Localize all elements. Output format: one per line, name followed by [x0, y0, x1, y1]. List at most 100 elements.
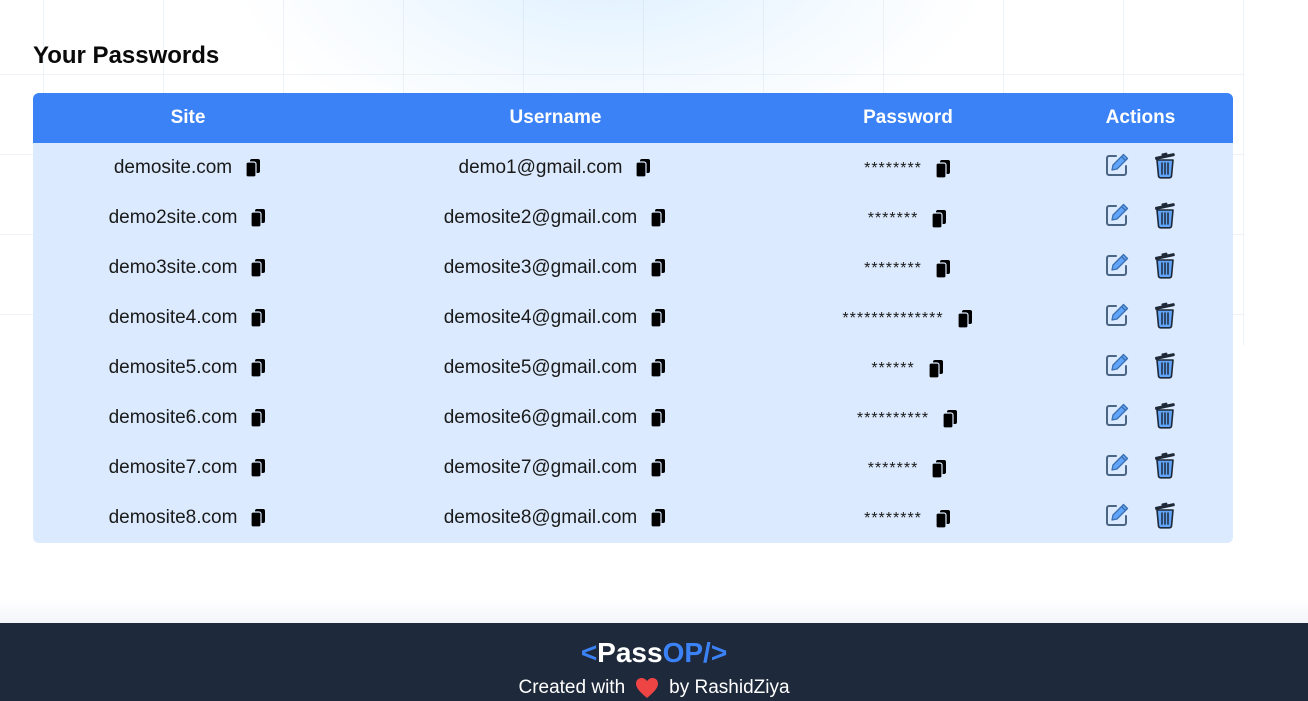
edit-icon[interactable]: [1103, 301, 1131, 329]
site-cell: demosite4.com: [33, 293, 343, 343]
table-row: demo2site.com demosite2@gmail.com ******…: [33, 193, 1233, 243]
site-link[interactable]: demo2site.com: [109, 207, 238, 229]
site-cell: demo3site.com: [33, 243, 343, 293]
site-link[interactable]: demosite8.com: [109, 507, 238, 529]
site-link[interactable]: demosite4.com: [109, 307, 238, 329]
site-cell: demo2site.com: [33, 193, 343, 243]
password-masked: *******: [867, 460, 919, 477]
copy-icon[interactable]: [249, 458, 267, 478]
credit-prefix: Created with: [518, 677, 626, 698]
site-link[interactable]: demosite.com: [114, 157, 232, 179]
copy-icon[interactable]: [930, 459, 948, 479]
username-cell: demosite4@gmail.com: [343, 293, 768, 343]
logo-op-text: OP/: [662, 637, 711, 668]
logo-pass-text: Pass: [597, 637, 663, 668]
copy-icon[interactable]: [649, 508, 667, 528]
copy-icon[interactable]: [249, 408, 267, 428]
copy-icon[interactable]: [927, 359, 945, 379]
username-text: demosite7@gmail.com: [443, 457, 638, 478]
actions-cell: [1048, 443, 1233, 493]
password-masked: *******: [867, 210, 919, 227]
username-cell: demosite2@gmail.com: [343, 193, 768, 243]
passwords-table: Site Username Password Actions demosite.…: [33, 93, 1233, 543]
password-cell: **************: [768, 293, 1048, 343]
trash-icon[interactable]: [1151, 201, 1179, 229]
edit-icon[interactable]: [1103, 501, 1131, 529]
edit-icon[interactable]: [1103, 351, 1131, 379]
edit-icon[interactable]: [1103, 201, 1131, 229]
copy-icon[interactable]: [649, 308, 667, 328]
site-link[interactable]: demo3site.com: [109, 257, 238, 279]
trash-icon[interactable]: [1151, 151, 1179, 179]
site-cell: demosite5.com: [33, 343, 343, 393]
copy-icon[interactable]: [649, 208, 667, 228]
password-cell: ******: [768, 343, 1048, 393]
actions-cell: [1048, 493, 1233, 543]
trash-icon[interactable]: [1151, 301, 1179, 329]
copy-icon[interactable]: [249, 358, 267, 378]
copy-icon[interactable]: [249, 308, 267, 328]
username-cell: demosite6@gmail.com: [343, 393, 768, 443]
trash-icon[interactable]: [1151, 351, 1179, 379]
copy-icon[interactable]: [930, 209, 948, 229]
username-cell: demo1@gmail.com: [343, 143, 768, 193]
copy-icon[interactable]: [941, 409, 959, 429]
passwords-table-container: Site Username Password Actions demosite.…: [33, 93, 1233, 543]
table-row: demosite6.com demosite6@gmail.com ******…: [33, 393, 1233, 443]
trash-icon[interactable]: [1151, 451, 1179, 479]
username-text: demosite8@gmail.com: [443, 507, 638, 528]
copy-icon[interactable]: [934, 259, 952, 279]
actions-cell: [1048, 293, 1233, 343]
header-row: Site Username Password Actions: [33, 93, 1233, 143]
copy-icon[interactable]: [649, 458, 667, 478]
username-cell: demosite8@gmail.com: [343, 493, 768, 543]
username-cell: demosite3@gmail.com: [343, 243, 768, 293]
username-text: demosite3@gmail.com: [443, 257, 638, 278]
site-cell: demosite6.com: [33, 393, 343, 443]
copy-icon[interactable]: [956, 309, 974, 329]
username-cell: demosite5@gmail.com: [343, 343, 768, 393]
password-masked: **************: [842, 310, 944, 327]
footer-credit: Created with by RashidZiya: [0, 677, 1308, 699]
logo-bracket-close: >: [710, 637, 728, 668]
copy-icon[interactable]: [244, 158, 262, 178]
logo-bracket-open: <: [580, 637, 598, 668]
copy-icon[interactable]: [934, 509, 952, 529]
password-masked: ********: [864, 160, 922, 177]
site-cell: demosite.com: [33, 143, 343, 193]
trash-icon[interactable]: [1151, 501, 1179, 529]
credit-suffix: by RashidZiya: [669, 677, 790, 698]
site-link[interactable]: demosite7.com: [109, 457, 238, 479]
password-cell: ********: [768, 143, 1048, 193]
copy-icon[interactable]: [249, 208, 267, 228]
edit-icon[interactable]: [1103, 251, 1131, 279]
copy-icon[interactable]: [634, 158, 652, 178]
copy-icon[interactable]: [249, 258, 267, 278]
edit-icon[interactable]: [1103, 151, 1131, 179]
site-link[interactable]: demosite5.com: [109, 357, 238, 379]
username-text: demosite2@gmail.com: [443, 207, 638, 228]
password-cell: *******: [768, 443, 1048, 493]
footer-shadow: [0, 600, 1308, 623]
password-masked: ********: [864, 260, 922, 277]
site-link[interactable]: demosite6.com: [109, 407, 238, 429]
table-row: demosite8.com demosite8@gmail.com ******…: [33, 493, 1233, 543]
trash-icon[interactable]: [1151, 251, 1179, 279]
edit-icon[interactable]: [1103, 401, 1131, 429]
actions-cell: [1048, 343, 1233, 393]
page-title: Your Passwords: [33, 42, 220, 69]
copy-icon[interactable]: [649, 408, 667, 428]
heart-icon: [635, 677, 659, 699]
copy-icon[interactable]: [649, 258, 667, 278]
table-header: Site Username Password Actions: [33, 93, 1233, 143]
table-body: demosite.com demo1@gmail.com ******** de…: [33, 143, 1233, 543]
copy-icon[interactable]: [934, 159, 952, 179]
table-row: demosite.com demo1@gmail.com ********: [33, 143, 1233, 193]
table-row: demosite4.com demosite4@gmail.com ******…: [33, 293, 1233, 343]
copy-icon[interactable]: [649, 358, 667, 378]
trash-icon[interactable]: [1151, 401, 1179, 429]
edit-icon[interactable]: [1103, 451, 1131, 479]
password-masked: ******: [871, 360, 915, 377]
copy-icon[interactable]: [249, 508, 267, 528]
column-header-username: Username: [509, 107, 602, 128]
